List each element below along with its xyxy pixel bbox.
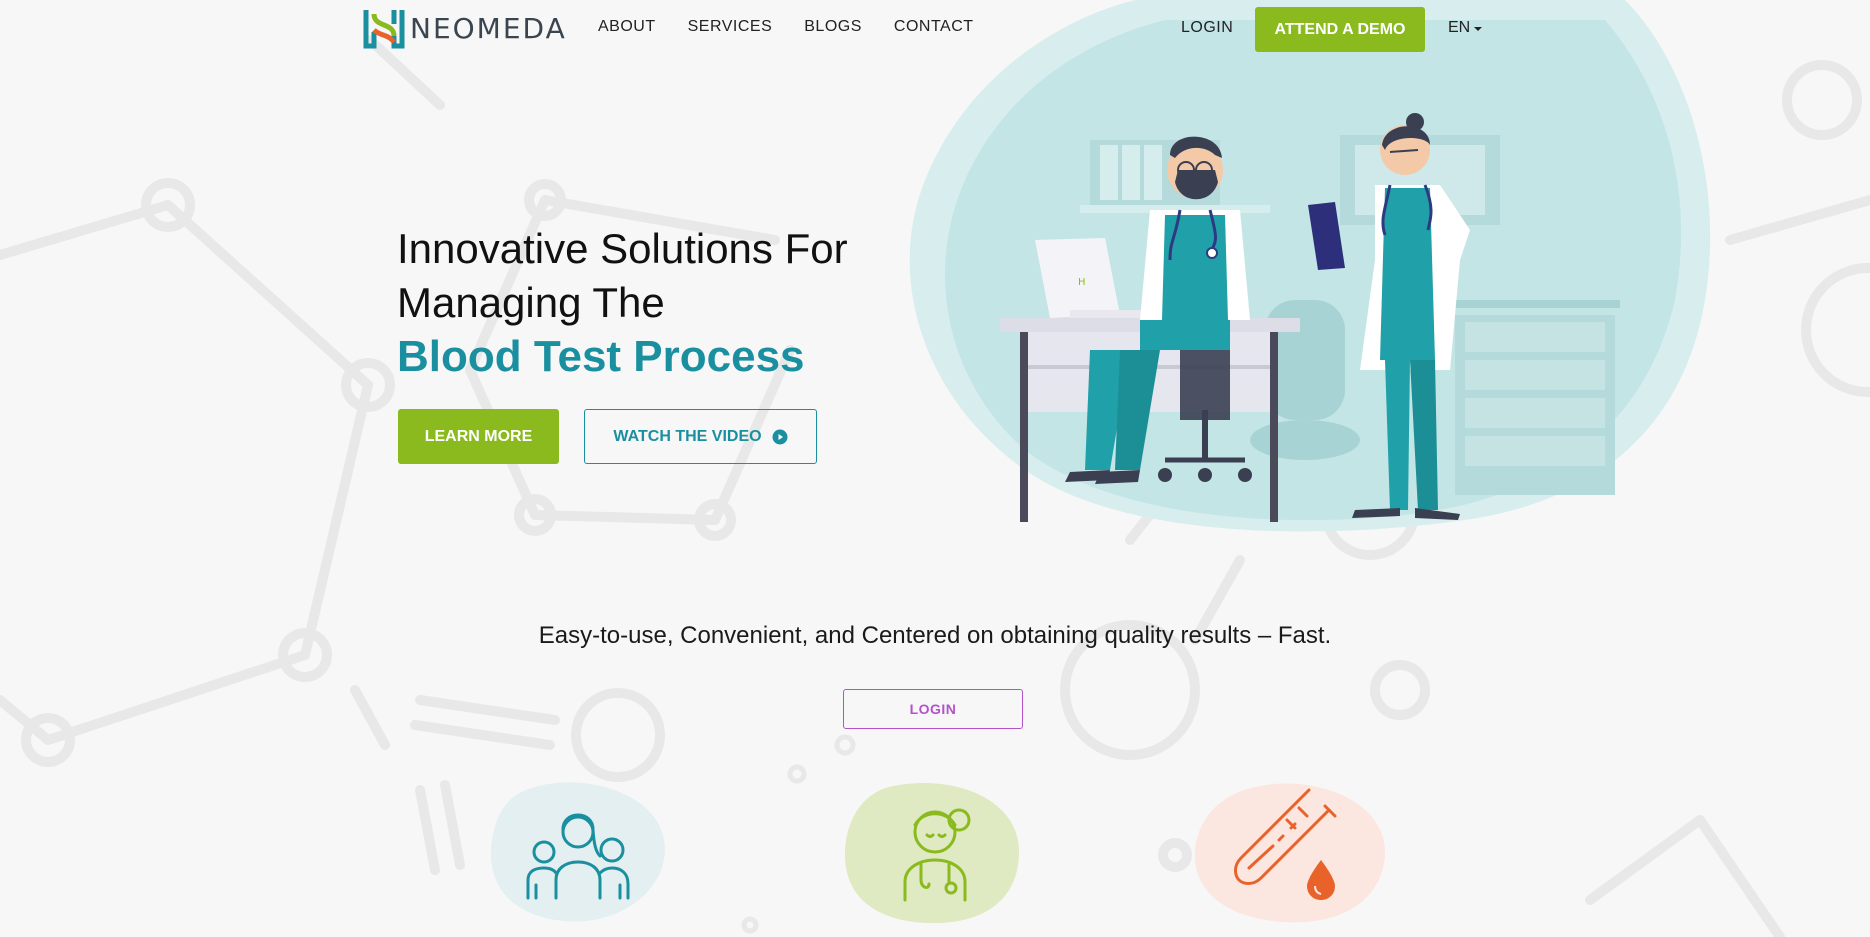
nav-item-about[interactable]: ABOUT	[598, 18, 656, 36]
feature-blood-test	[1191, 780, 1391, 925]
hero-heading: Innovative Solutions For Managing The Bl…	[397, 222, 848, 384]
watch-video-button[interactable]: WATCH THE VIDEO	[584, 409, 817, 464]
brand-logo[interactable]: NEOMEDA	[362, 6, 567, 50]
hero-title-line-2: Managing The	[397, 279, 665, 326]
patients-group-icon	[490, 782, 665, 922]
play-circle-icon	[772, 429, 788, 444]
feature-patients	[486, 780, 666, 925]
nurse-icon	[845, 782, 1019, 924]
learn-more-button[interactable]: LEARN MORE	[398, 409, 559, 464]
site-header: NEOMEDA ABOUT SERVICES BLOGS CONTACT LOG…	[0, 0, 1870, 58]
hero-title-line-1: Innovative Solutions For	[397, 225, 848, 272]
svg-text:H: H	[1078, 277, 1086, 288]
doctors-illustration: H	[1000, 113, 1620, 522]
blood-test-tube-icon	[1194, 783, 1386, 923]
neomeda-h-logo-icon	[363, 10, 405, 49]
nav-item-services[interactable]: SERVICES	[688, 18, 773, 36]
language-label: EN	[1448, 19, 1471, 36]
section-tagline: Easy-to-use, Convenient, and Centered on…	[538, 622, 1332, 649]
brand-name: NEOMEDA	[410, 11, 567, 45]
hero-title-accent: Blood Test Process	[397, 332, 805, 381]
main-nav: ABOUT SERVICES BLOGS CONTACT	[598, 18, 1006, 36]
nav-item-contact[interactable]: CONTACT	[894, 18, 974, 36]
nav-item-blogs[interactable]: BLOGS	[804, 18, 862, 36]
header-login-link[interactable]: LOGIN	[1181, 19, 1233, 37]
attend-demo-button[interactable]: ATTEND A DEMO	[1255, 7, 1425, 52]
section-login-button[interactable]: LOGIN	[843, 689, 1023, 729]
chevron-down-icon	[1474, 27, 1483, 31]
language-selector[interactable]: EN	[1448, 19, 1483, 37]
watch-video-label: WATCH THE VIDEO	[613, 427, 762, 445]
feature-nurse	[843, 780, 1023, 925]
